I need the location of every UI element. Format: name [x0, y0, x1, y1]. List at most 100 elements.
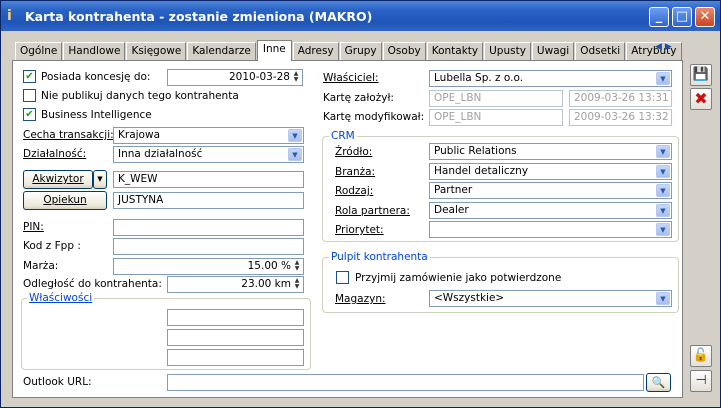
pin-label: PIN:	[23, 221, 44, 233]
pin-input[interactable]	[113, 219, 304, 236]
zrodlo-value: Public Relations	[434, 145, 517, 157]
minimize-icon: _	[655, 9, 663, 24]
karte-zalozyl-label: Kartę założył:	[323, 92, 394, 104]
marza-label: Marża:	[23, 260, 59, 272]
dzialalnosc-label: Działalność:	[23, 148, 87, 160]
chevron-down-icon: ▼	[97, 175, 103, 183]
marza-input[interactable]: 15.00 % ▲ ▼	[113, 258, 304, 275]
odleglosc-spinner-icon[interactable]: ▲ ▼	[292, 278, 302, 291]
opiekun-button[interactable]: Opiekun	[23, 191, 107, 210]
zrodlo-select[interactable]: Public Relations ▼	[429, 143, 672, 160]
nie-publikuj-checkbox[interactable]	[23, 89, 36, 102]
tab-kontakty[interactable]: Kontakty	[426, 42, 484, 61]
koncesja-date-input[interactable]: 2010-03-28 ▲ ▼	[167, 69, 303, 86]
chevron-down-icon[interactable]: ▼	[656, 184, 670, 197]
karte-modyfikowal-input: OPE_LBN	[429, 109, 563, 126]
opiekun-input[interactable]: JUSTYNA	[113, 192, 304, 209]
odleglosc-input[interactable]: 23.00 km ▲ ▼	[167, 276, 304, 293]
crm-title: CRM	[329, 130, 357, 142]
pin-icon: ⊣	[695, 373, 707, 388]
tab-handlowe[interactable]: Handlowe	[63, 42, 126, 61]
date-spinner-icon[interactable]: ▲ ▼	[291, 71, 301, 84]
tab-kalendarze[interactable]: Kalendarze	[187, 42, 256, 61]
posiada-koncesje-label: Posiada koncesję do:	[41, 71, 151, 83]
window: ⅰ Karta kontrahenta - zostanie zmieniona…	[0, 0, 721, 408]
tab-upusty[interactable]: Upusty	[484, 42, 531, 61]
arrow-left-icon[interactable]: ◀	[655, 42, 665, 52]
wlasciwosc-input-3[interactable]	[167, 349, 304, 366]
cancel-button[interactable]: ✖	[690, 88, 712, 110]
rola-partnera-select[interactable]: Dealer ▼	[429, 202, 672, 219]
tab-strip: Ogólne Handlowe Księgowe Kalendarze Inne Adre…	[15, 40, 683, 61]
chevron-down-icon[interactable]: ▼	[288, 148, 302, 161]
cecha-transakcji-label: Cecha transakcji:	[23, 129, 114, 141]
globe-search-icon: 🔍	[651, 376, 666, 389]
wlasciwosc-input-2[interactable]	[167, 329, 304, 346]
tab-osoby[interactable]: Osoby	[382, 42, 426, 61]
priorytet-label: Priorytet:	[335, 224, 384, 236]
chevron-down-icon[interactable]: ▼	[656, 165, 670, 178]
chevron-down-icon[interactable]: ▼	[288, 129, 302, 142]
pin-button[interactable]: ⊣	[690, 370, 712, 392]
akwizytor-input[interactable]: K_WEW	[113, 171, 304, 188]
wlasciciel-value: Lubella Sp. z o.o.	[434, 72, 524, 84]
magazyn-label: Magazyn:	[335, 293, 386, 305]
karte-zalozyl-input: OPE_LBN	[429, 90, 563, 107]
nie-publikuj-label: Nie publikuj danych tego kontrahenta	[41, 90, 239, 102]
wlasciciel-label: Właściciel:	[323, 72, 379, 84]
title-bar[interactable]: ⅰ Karta kontrahenta - zostanie zmieniona…	[1, 1, 720, 31]
save-icon: 💾	[692, 67, 710, 82]
tab-inne[interactable]: Inne	[256, 40, 292, 61]
tab-odsetki[interactable]: Odsetki	[575, 42, 626, 61]
tab-ksiegowe[interactable]: Księgowe	[126, 42, 187, 61]
tab-adresy[interactable]: Adresy	[292, 42, 339, 61]
branza-select[interactable]: Handel detaliczny ▼	[429, 163, 672, 180]
tab-scroll-arrows[interactable]: ◀▶	[655, 42, 675, 52]
chevron-down-icon[interactable]: ▼	[656, 72, 670, 85]
close-button[interactable]: ✕	[695, 7, 715, 27]
priorytet-select[interactable]: ▼	[429, 221, 672, 238]
akwizytor-button[interactable]: Akwizytor	[23, 170, 93, 189]
arrow-right-icon[interactable]: ▶	[665, 42, 675, 52]
rodzaj-label: Rodzaj:	[335, 185, 374, 197]
zrodlo-label: Źródło:	[335, 146, 373, 158]
wlasciwosci-title: Właściwości	[27, 292, 95, 304]
przyjmij-zamowienie-checkbox[interactable]	[336, 271, 349, 284]
chevron-down-icon[interactable]: ▼	[656, 204, 670, 217]
lock-icon: 🔓	[692, 348, 710, 363]
kod-fpp-input[interactable]	[113, 238, 304, 255]
magazyn-select[interactable]: <Wszystkie> ▼	[429, 290, 672, 307]
dzialalnosc-select[interactable]: Inna działalność ▼	[113, 146, 304, 163]
chevron-down-icon[interactable]: ▼	[656, 223, 670, 236]
karte-zalozyl-date: 2009-03-26 13:31	[569, 90, 672, 107]
cecha-transakcji-select[interactable]: Krajowa ▼	[113, 127, 304, 144]
akwizytor-dropdown-button[interactable]: ▼	[93, 170, 107, 189]
outlook-url-label: Outlook URL:	[23, 376, 92, 388]
outlook-url-input[interactable]	[167, 374, 644, 391]
dzialalnosc-value: Inna działalność	[118, 148, 203, 160]
outlook-browse-button[interactable]: 🔍	[646, 373, 671, 392]
posiada-koncesje-checkbox[interactable]: ✔	[23, 70, 36, 83]
unlock-button[interactable]: 🔓	[690, 345, 712, 367]
wlasciciel-select[interactable]: Lubella Sp. z o.o. ▼	[429, 70, 672, 87]
branza-value: Handel detaliczny	[434, 165, 529, 177]
wlasciwosc-input-1[interactable]	[167, 309, 304, 326]
tab-ogolne[interactable]: Ogólne	[15, 42, 63, 61]
tab-grupy[interactable]: Grupy	[339, 42, 382, 61]
minimize-button[interactable]: _	[649, 7, 669, 27]
save-button[interactable]: 💾	[690, 64, 712, 86]
tab-uwagi[interactable]: Uwagi	[531, 42, 575, 61]
business-intelligence-checkbox[interactable]: ✔	[23, 108, 36, 121]
marza-value: 15.00 %	[247, 260, 291, 272]
chevron-down-icon[interactable]: ▼	[656, 292, 670, 305]
marza-spinner-icon[interactable]: ▲ ▼	[292, 260, 302, 273]
rodzaj-select[interactable]: Partner ▼	[429, 182, 672, 199]
maximize-icon: □	[675, 9, 689, 24]
odleglosc-value: 23.00 km	[241, 278, 291, 290]
przyjmij-zamowienie-label: Przyjmij zamówienie jako potwierdzone	[355, 272, 562, 284]
rola-partnera-label: Rola partnera:	[335, 205, 410, 217]
maximize-button[interactable]: □	[672, 7, 692, 27]
close-icon: ✖	[694, 89, 708, 108]
magazyn-value: <Wszystkie>	[434, 292, 505, 304]
chevron-down-icon[interactable]: ▼	[656, 145, 670, 158]
